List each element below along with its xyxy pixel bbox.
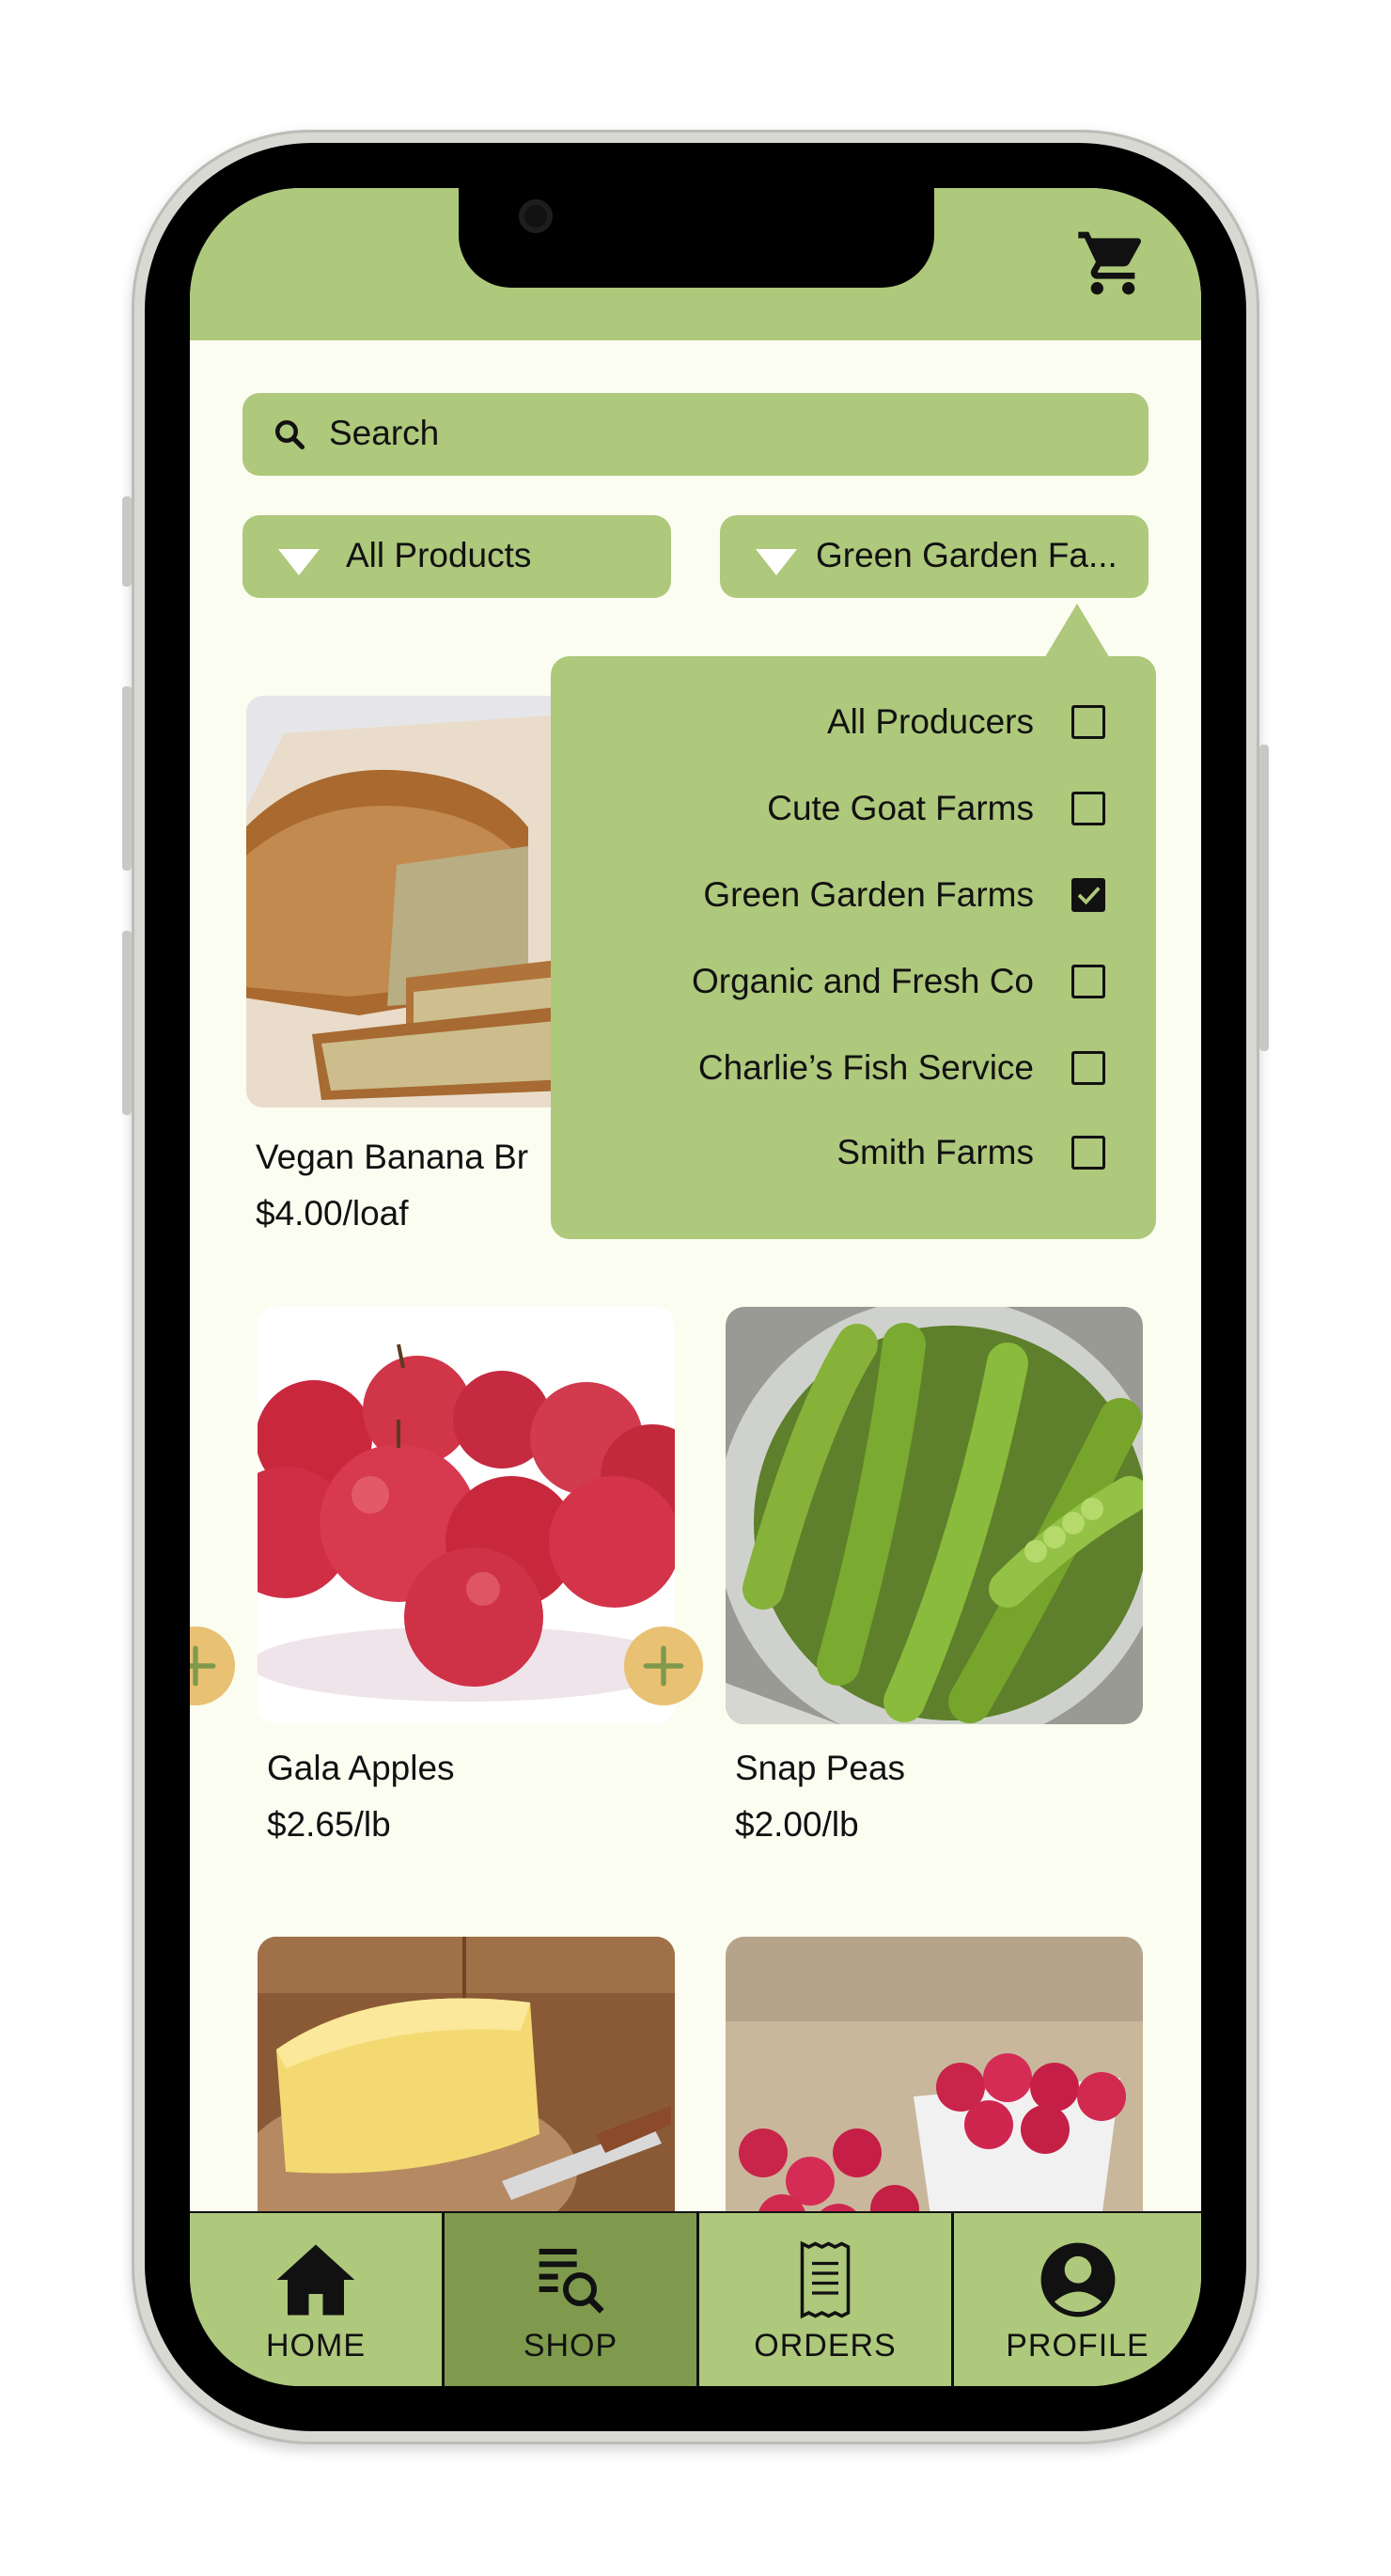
bottom-navigation: HOME SHOP ORDERS PROFILE bbox=[190, 2211, 1201, 2386]
popover-arrow bbox=[1043, 604, 1111, 660]
shopping-cart-icon[interactable] bbox=[1071, 226, 1154, 301]
producer-option-label: Organic and Fresh Co bbox=[691, 962, 1034, 1000]
producer-option-smith-farms[interactable]: Smith Farms bbox=[836, 1124, 1105, 1181]
product-name: Vegan Banana Br bbox=[256, 1138, 529, 1176]
checkbox[interactable] bbox=[1071, 1136, 1105, 1170]
checkmark-icon bbox=[1074, 881, 1102, 909]
front-camera bbox=[519, 199, 553, 233]
product-price: $2.00/lb bbox=[735, 1805, 859, 1844]
add-to-cart-button[interactable] bbox=[190, 1626, 235, 1705]
checkbox-checked[interactable] bbox=[1071, 878, 1105, 912]
search-input[interactable]: Search bbox=[242, 393, 1149, 476]
nav-label: SHOP bbox=[523, 2328, 618, 2364]
app-header bbox=[190, 188, 1201, 340]
nav-item-shop[interactable]: SHOP bbox=[445, 2213, 696, 2386]
checkbox[interactable] bbox=[1071, 965, 1105, 998]
volume-down-button bbox=[122, 931, 132, 1115]
producer-option-label: Smith Farms bbox=[836, 1133, 1034, 1171]
shop-search-icon bbox=[539, 2249, 604, 2314]
producer-option-cute-goat-farms[interactable]: Cute Goat Farms bbox=[767, 780, 1105, 837]
nav-label: PROFILE bbox=[1006, 2328, 1149, 2364]
producer-dropdown-label: Green Garden Fa... bbox=[816, 536, 1117, 574]
producer-filter-menu: All Producers Cute Goat Farms Green Gard… bbox=[551, 656, 1156, 1239]
dropdown-triangle-icon bbox=[278, 549, 320, 575]
receipt-icon bbox=[800, 2240, 851, 2319]
producer-option-green-garden-farms[interactable]: Green Garden Farms bbox=[703, 867, 1105, 923]
checkbox[interactable] bbox=[1071, 1051, 1105, 1085]
product-name: Gala Apples bbox=[267, 1749, 455, 1787]
producer-dropdown[interactable]: Green Garden Fa... bbox=[720, 515, 1149, 598]
nav-label: HOME bbox=[266, 2328, 366, 2364]
checkbox[interactable] bbox=[1071, 705, 1105, 739]
volume-up-button bbox=[122, 686, 132, 871]
product-price: $2.65/lb bbox=[267, 1805, 391, 1844]
category-dropdown-label: All Products bbox=[346, 536, 532, 574]
nav-item-home[interactable]: HOME bbox=[190, 2213, 442, 2386]
nav-item-profile[interactable]: PROFILE bbox=[954, 2213, 1201, 2386]
silent-switch bbox=[122, 496, 132, 587]
plus-icon bbox=[190, 1645, 216, 1687]
product-image-banana-bread bbox=[246, 696, 566, 1107]
product-price: $4.00/loaf bbox=[256, 1194, 409, 1233]
nav-item-orders[interactable]: ORDERS bbox=[699, 2213, 951, 2386]
phone-notch bbox=[459, 188, 934, 288]
profile-icon bbox=[1040, 2242, 1115, 2317]
category-dropdown[interactable]: All Products bbox=[242, 515, 671, 598]
add-to-cart-button[interactable] bbox=[624, 1626, 703, 1705]
producer-option-organic-and-fresh-co[interactable]: Organic and Fresh Co bbox=[692, 953, 1105, 1010]
product-image-snap-peas bbox=[726, 1307, 1143, 1724]
producer-option-label: Charlie’s Fish Service bbox=[697, 1048, 1034, 1087]
producer-option-label: All Producers bbox=[826, 702, 1034, 741]
nav-label: ORDERS bbox=[754, 2328, 897, 2364]
product-name: Snap Peas bbox=[735, 1749, 906, 1787]
checkbox[interactable] bbox=[1071, 792, 1105, 825]
producer-option-charlies-fish-service[interactable]: Charlie’s Fish Service bbox=[698, 1040, 1105, 1096]
power-button bbox=[1259, 745, 1269, 1051]
app-screen: Search All Products Green Garden Fa... V… bbox=[190, 188, 1201, 2386]
home-icon bbox=[276, 2244, 355, 2316]
dropdown-triangle-icon bbox=[756, 549, 797, 575]
search-icon bbox=[275, 420, 305, 450]
plus-icon bbox=[643, 1645, 684, 1687]
producer-option-label: Cute Goat Farms bbox=[767, 789, 1034, 827]
search-placeholder: Search bbox=[329, 414, 440, 452]
product-image-gala-apples bbox=[258, 1307, 675, 1724]
producer-option-label: Green Garden Farms bbox=[703, 875, 1034, 914]
producer-option-all-producers[interactable]: All Producers bbox=[827, 694, 1105, 750]
